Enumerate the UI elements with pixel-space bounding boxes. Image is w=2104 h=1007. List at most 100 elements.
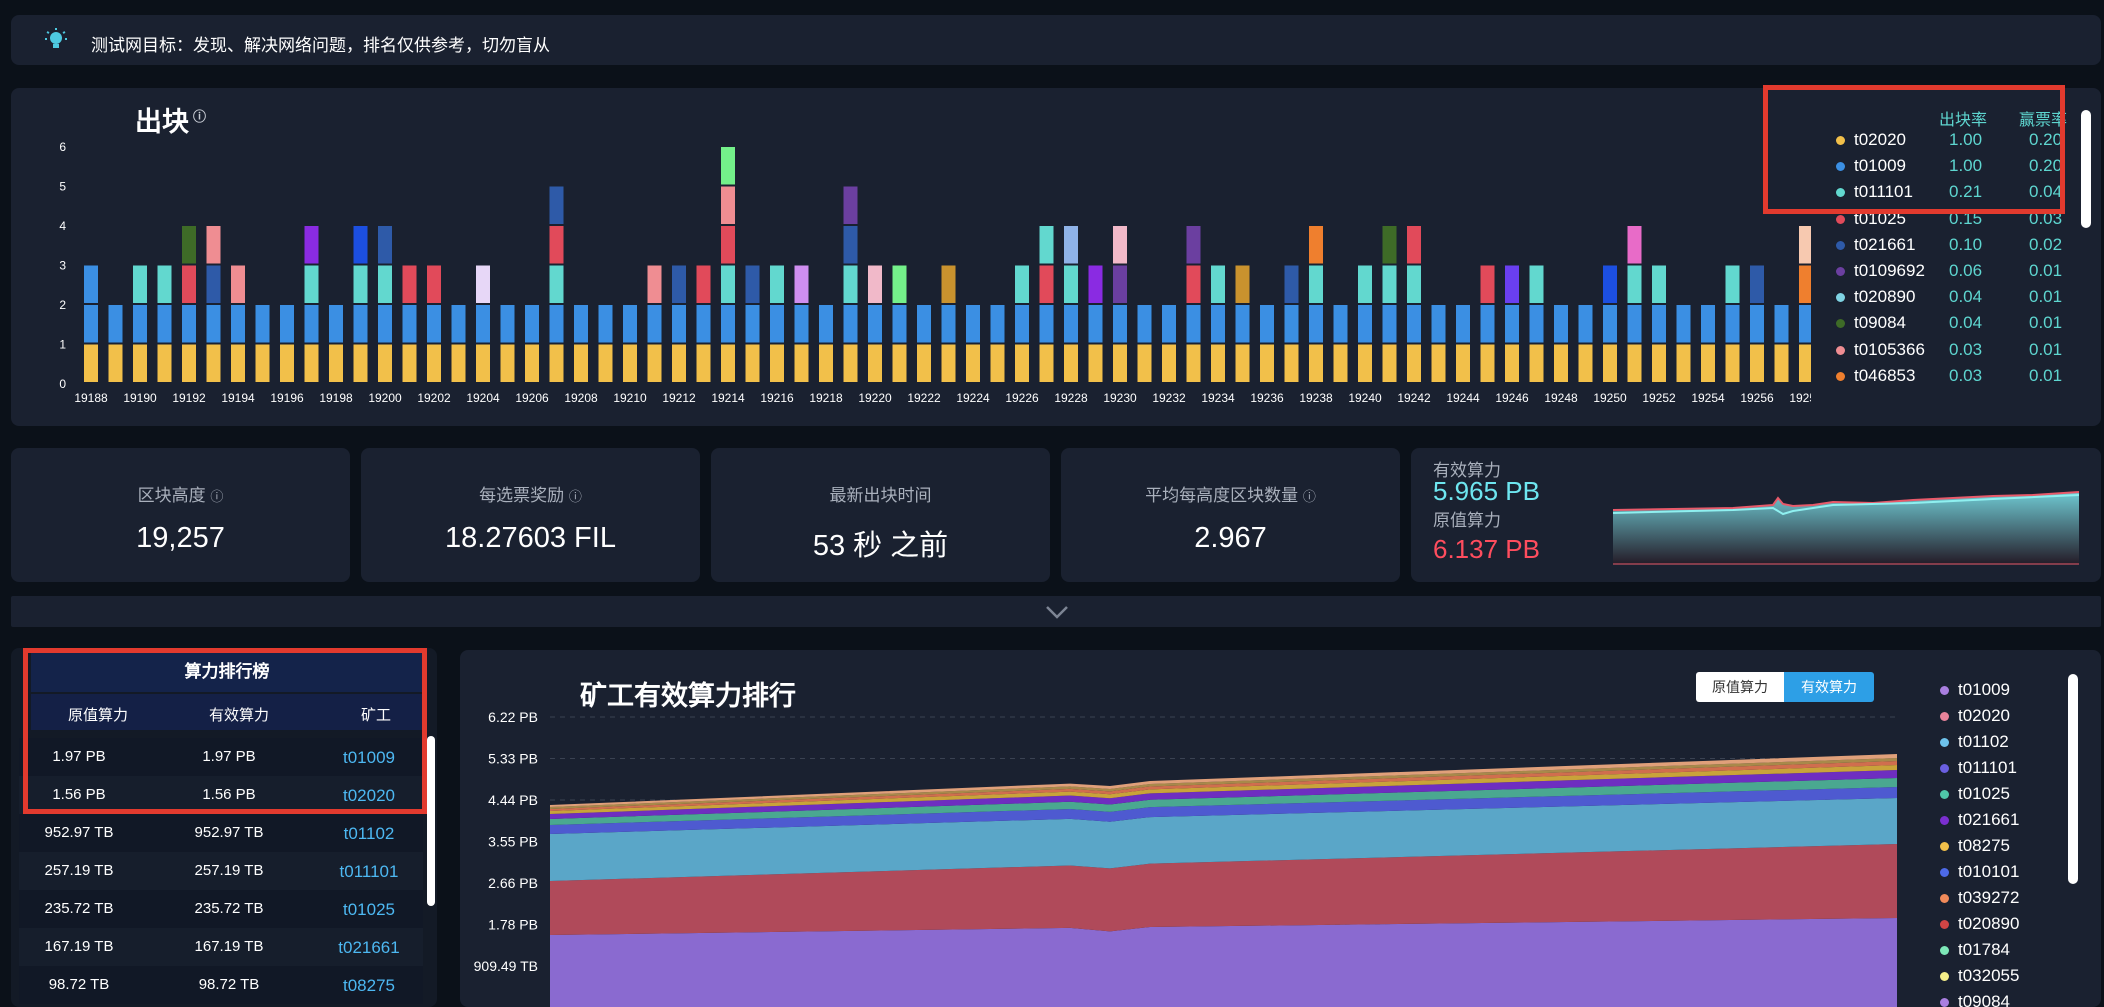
power-legend-item[interactable]: t01784 (1940, 940, 2070, 964)
block-bar[interactable] (1064, 226, 1078, 382)
block-bar[interactable] (1211, 265, 1225, 383)
block-bar[interactable] (574, 305, 588, 382)
collapse-toggle[interactable] (11, 596, 2101, 627)
block-bar[interactable] (1725, 265, 1740, 383)
block-bar[interactable] (745, 265, 760, 383)
block-bar[interactable] (1529, 265, 1544, 383)
block-bar[interactable] (672, 265, 686, 383)
info-icon[interactable]: ⓘ (210, 489, 223, 504)
legend-scrollbar[interactable] (2081, 110, 2091, 228)
block-bar[interactable] (1088, 265, 1103, 383)
block-bar[interactable] (1162, 305, 1176, 382)
power-legend-item[interactable]: t02020 (1940, 706, 2070, 730)
block-bar[interactable] (1186, 226, 1201, 382)
block-bar[interactable] (1333, 305, 1348, 382)
block-bar[interactable] (280, 305, 294, 382)
block-bar[interactable] (721, 147, 735, 382)
block-bar[interactable] (1382, 226, 1397, 382)
block-bar[interactable] (1235, 265, 1250, 383)
power-legend-item[interactable]: t08275 (1940, 836, 2070, 860)
block-bar[interactable] (1799, 226, 1811, 382)
block-bar[interactable] (378, 226, 392, 382)
block-bar[interactable] (157, 265, 172, 383)
block-bar[interactable] (770, 265, 784, 383)
rank-miner-link[interactable]: t01102 (319, 824, 419, 844)
block-bar[interactable] (500, 305, 515, 382)
block-bar[interactable] (1554, 305, 1568, 382)
block-bar[interactable] (549, 186, 564, 383)
block-bar[interactable] (304, 226, 319, 382)
block-bar[interactable] (108, 305, 123, 382)
power-legend-item[interactable]: t021661 (1940, 810, 2070, 834)
block-bar[interactable] (353, 226, 368, 382)
legend-item[interactable]: t09084 0.04 0.01 (1836, 313, 2086, 337)
block-bar[interactable] (1603, 265, 1617, 383)
rank-scrollbar[interactable] (427, 736, 435, 906)
power-legend-item[interactable]: t010101 (1940, 862, 2070, 886)
rank-row[interactable]: 235.72 TB 235.72 TB t01025 (19, 890, 423, 928)
block-bar[interactable] (1750, 265, 1764, 383)
block-bar[interactable] (133, 265, 147, 383)
block-bar[interactable] (1039, 226, 1054, 382)
block-bar[interactable] (427, 265, 441, 383)
block-bar[interactable] (1407, 226, 1421, 382)
power-legend-item[interactable]: t01102 (1940, 732, 2070, 756)
power-legend-scrollbar[interactable] (2068, 674, 2078, 884)
legend-item[interactable]: t020890 0.04 0.01 (1836, 287, 2086, 311)
info-icon[interactable]: ⓘ (1303, 489, 1316, 504)
block-bar[interactable] (843, 186, 858, 383)
block-bar[interactable] (1431, 305, 1446, 382)
power-legend-item[interactable]: t011101 (1940, 758, 2070, 782)
block-bar[interactable] (476, 265, 490, 383)
block-bar[interactable] (329, 305, 343, 382)
block-bar[interactable] (1113, 226, 1127, 382)
block-bar[interactable] (623, 305, 637, 382)
block-bar[interactable] (794, 265, 809, 383)
rank-row[interactable]: 952.97 TB 952.97 TB t01102 (19, 814, 423, 852)
block-bar[interactable] (819, 305, 833, 382)
power-legend-item[interactable]: t01025 (1940, 784, 2070, 808)
block-bar[interactable] (84, 265, 98, 383)
block-bar[interactable] (402, 265, 417, 383)
rank-miner-link[interactable]: t011101 (319, 862, 419, 882)
block-bar[interactable] (1480, 265, 1495, 383)
block-bar[interactable] (966, 305, 980, 382)
info-icon[interactable]: ⓘ (569, 489, 582, 504)
block-bar[interactable] (1284, 265, 1299, 383)
block-bar[interactable] (868, 265, 882, 383)
block-bar[interactable] (1456, 305, 1470, 382)
power-legend-item[interactable]: t032055 (1940, 966, 2070, 990)
block-bar[interactable] (1309, 226, 1323, 382)
block-bar[interactable] (1505, 265, 1519, 383)
block-bar[interactable] (206, 226, 221, 382)
rank-row[interactable]: 167.19 TB 167.19 TB t021661 (19, 928, 423, 966)
power-legend-item[interactable]: t01009 (1940, 680, 2070, 704)
block-bar[interactable] (990, 305, 1005, 382)
legend-item[interactable]: t046853 0.03 0.01 (1836, 366, 2086, 390)
block-bar[interactable] (1701, 305, 1715, 382)
rank-row[interactable]: 257.19 TB 257.19 TB t011101 (19, 852, 423, 890)
block-bar[interactable] (917, 305, 931, 382)
rank-miner-link[interactable]: t01025 (319, 900, 419, 920)
block-bar[interactable] (598, 305, 613, 382)
legend-item[interactable]: t021661 0.10 0.02 (1836, 235, 2086, 259)
block-bar[interactable] (1578, 305, 1593, 382)
block-bar[interactable] (647, 265, 662, 383)
block-bar[interactable] (525, 305, 539, 382)
power-legend-item[interactable]: t09084 (1940, 992, 2070, 1007)
rank-miner-link[interactable]: t08275 (319, 976, 419, 996)
block-bar[interactable] (1358, 265, 1372, 383)
block-bar[interactable] (1627, 226, 1642, 382)
power-legend-item[interactable]: t020890 (1940, 914, 2070, 938)
block-bar[interactable] (1676, 305, 1691, 382)
block-bar[interactable] (451, 305, 466, 382)
block-bar[interactable] (182, 226, 196, 382)
block-bar[interactable] (1652, 265, 1666, 383)
block-bar[interactable] (1260, 305, 1274, 382)
rank-miner-link[interactable]: t021661 (319, 938, 419, 958)
block-bar[interactable] (255, 305, 270, 382)
block-bar[interactable] (1015, 265, 1029, 383)
block-bar[interactable] (1774, 305, 1789, 382)
power-legend-item[interactable]: t039272 (1940, 888, 2070, 912)
legend-item[interactable]: t0109692 0.06 0.01 (1836, 261, 2086, 285)
